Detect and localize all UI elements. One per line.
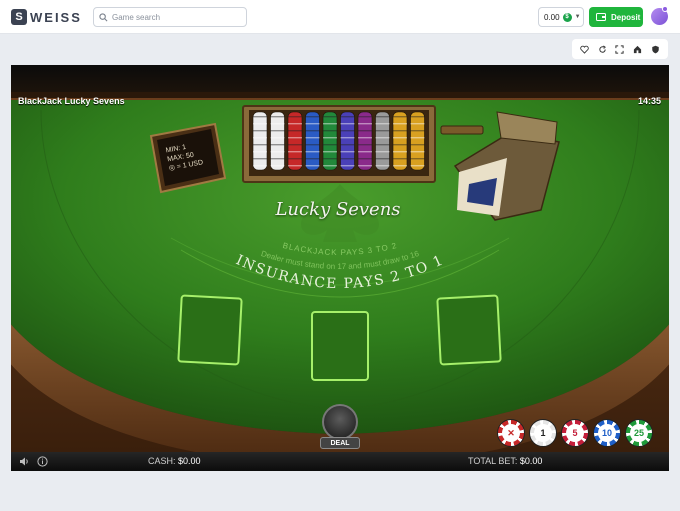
total-bet-display: TOTAL BET: $0.00: [468, 456, 542, 466]
fullscreen-icon[interactable]: [613, 42, 627, 56]
logo[interactable]: S WEISS: [11, 9, 82, 25]
deposit-button[interactable]: Deposit: [589, 7, 643, 27]
close-icon: ✕: [502, 424, 520, 442]
game-controls: [572, 39, 668, 59]
game-top-strip: [11, 65, 669, 92]
search-icon: [99, 12, 108, 21]
game-title: BlackJack Lucky Sevens: [18, 96, 125, 106]
chevron-down-icon: ▼: [574, 14, 581, 20]
deal-chip-icon: [322, 404, 358, 440]
clear-bet-chip[interactable]: ✕: [497, 419, 525, 447]
game-status-bar: CASH: $0.00 TOTAL BET: $0.00: [11, 452, 669, 471]
chip-5[interactable]: 5: [561, 419, 589, 447]
chip-value: 25: [630, 424, 648, 442]
total-bet-value: $0.00: [519, 456, 543, 466]
logo-mark: S: [11, 9, 27, 25]
home-icon[interactable]: [631, 42, 645, 56]
game-frame[interactable]: MIN: 1 MAX: 50 ◎ = 1 USD Lucky Sevens BL…: [11, 65, 669, 471]
chip-value: 10: [598, 424, 616, 442]
logo-text: WEISS: [30, 9, 82, 25]
balance-value: 0.00: [544, 12, 560, 22]
shield-icon[interactable]: [648, 42, 662, 56]
wallet-icon: [596, 13, 606, 21]
blackjack-rule: BLACKJACK PAYS 3 TO 2: [282, 241, 397, 257]
currency-icon: $: [562, 12, 572, 22]
chip-1[interactable]: 1: [529, 419, 557, 447]
chip-10[interactable]: 10: [593, 419, 621, 447]
deal-label: DEAL: [320, 437, 360, 449]
search-input[interactable]: [112, 12, 242, 22]
cash-display: CASH: $0.00: [148, 456, 201, 466]
balance-selector[interactable]: 0.00 $ ▼: [538, 7, 584, 27]
cash-label: CASH:: [148, 456, 176, 466]
game-clock: 14:35: [637, 96, 661, 106]
chip-25[interactable]: 25: [625, 419, 653, 447]
total-bet-label: TOTAL BET:: [468, 456, 518, 466]
top-bar: S WEISS 0.00 $ ▼ Deposit: [0, 0, 680, 34]
chip-value: 5: [566, 424, 584, 442]
refresh-icon[interactable]: [595, 42, 609, 56]
svg-text:BLACKJACK PAYS 3 TO 2: BLACKJACK PAYS 3 TO 2: [282, 241, 398, 257]
sound-icon[interactable]: [19, 456, 30, 467]
game-search[interactable]: [93, 7, 247, 27]
notification-dot: [662, 6, 668, 12]
deposit-label: Deposit: [611, 12, 641, 22]
heart-icon[interactable]: [578, 42, 592, 56]
avatar[interactable]: [651, 6, 668, 25]
chip-value: 1: [534, 424, 552, 442]
table-lettering: BLACKJACK PAYS 3 TO 2 Dealer must stand …: [233, 241, 445, 292]
cash-value: $0.00: [178, 456, 201, 466]
info-icon[interactable]: [37, 456, 48, 467]
deal-button[interactable]: DEAL: [318, 404, 362, 452]
